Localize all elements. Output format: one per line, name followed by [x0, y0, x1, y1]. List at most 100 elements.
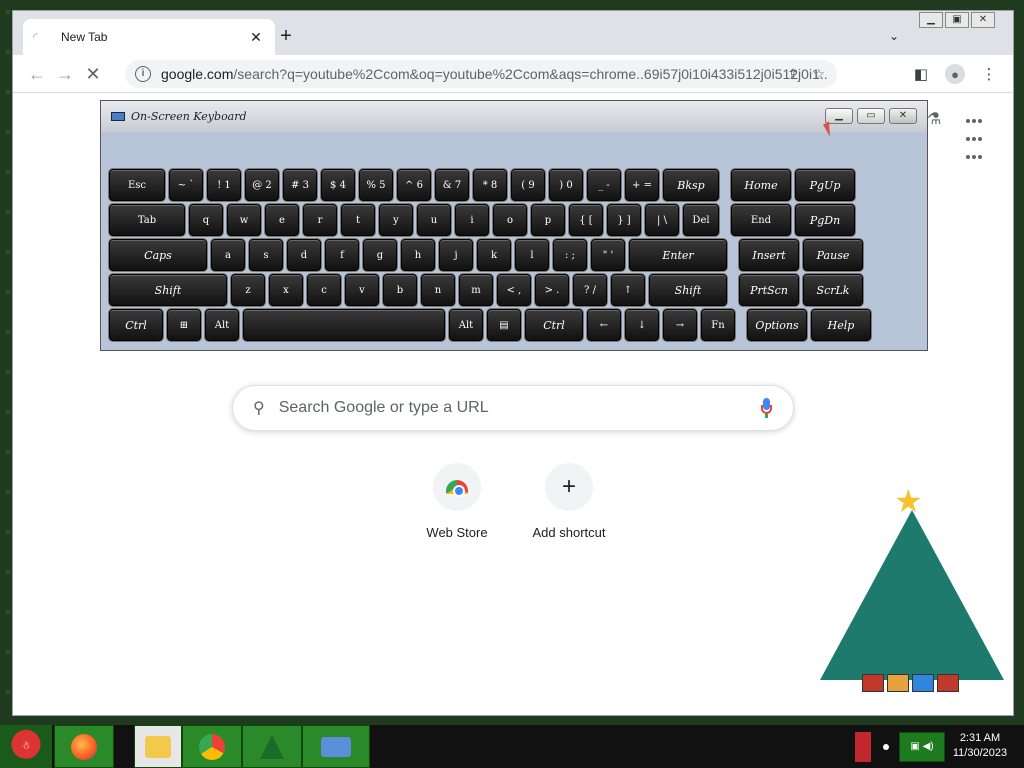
osk-key[interactable]: > . [535, 274, 569, 306]
osk-close-button[interactable]: ✕ [889, 108, 917, 124]
osk-key[interactable]: @ 2 [245, 169, 279, 201]
osk-key[interactable]: Caps [109, 239, 207, 271]
restore-window-button[interactable]: ▣ [945, 12, 969, 28]
osk-key[interactable]: Shift [649, 274, 727, 306]
osk-key[interactable]: a [211, 239, 245, 271]
osk-key[interactable]: Shift [109, 274, 227, 306]
tab-search-icon[interactable]: ⌄ [885, 27, 903, 45]
osk-key[interactable]: | \ [645, 204, 679, 236]
osk-key[interactable]: ScrLk [803, 274, 863, 306]
osk-key[interactable]: x [269, 274, 303, 306]
osk-key[interactable]: n [421, 274, 455, 306]
osk-key[interactable]: j [439, 239, 473, 271]
new-tab-button[interactable]: + [275, 25, 297, 47]
osk-key[interactable]: PgDn [795, 204, 855, 236]
osk-key[interactable]: u [417, 204, 451, 236]
osk-key[interactable]: + = [625, 169, 659, 201]
tray-network-volume-icon[interactable]: ▣ ◀) [899, 731, 945, 762]
osk-key[interactable]: m [459, 274, 493, 306]
forward-arrow-icon[interactable]: → [51, 60, 79, 88]
menu-kebab-icon[interactable]: ⋮ [979, 65, 999, 83]
google-search-box[interactable]: ⚲ [232, 385, 794, 431]
osk-key[interactable]: Home [731, 169, 791, 201]
back-arrow-icon[interactable]: ← [23, 60, 51, 88]
osk-key[interactable]: l [515, 239, 549, 271]
osk-key[interactable]: i [455, 204, 489, 236]
osk-key[interactable]: : ; [553, 239, 587, 271]
osk-key[interactable]: ↑ [611, 274, 645, 306]
clock[interactable]: 2:31 AM 11/30/2023 [945, 725, 1015, 768]
osk-key[interactable]: g [363, 239, 397, 271]
bookmark-star-icon[interactable]: ☆ [812, 66, 825, 83]
osk-key[interactable]: → [663, 309, 697, 341]
osk-key[interactable]: Ctrl [525, 309, 583, 341]
osk-key[interactable]: e [265, 204, 299, 236]
osk-key[interactable]: h [401, 239, 435, 271]
osk-key[interactable]: " ' [591, 239, 625, 271]
osk-key[interactable]: q [189, 204, 223, 236]
osk-key[interactable]: Options [747, 309, 807, 341]
osk-key[interactable]: ▤ [487, 309, 521, 341]
site-info-icon[interactable]: i [135, 66, 151, 82]
shortcut-web-store[interactable]: Web Store [401, 463, 513, 540]
taskbar-firefox[interactable] [54, 725, 114, 768]
shortcut-add[interactable]: + Add shortcut [513, 463, 625, 540]
osk-key[interactable]: c [307, 274, 341, 306]
osk-restore-button[interactable]: ▭ [857, 108, 885, 124]
osk-key[interactable]: d [287, 239, 321, 271]
stop-loading-icon[interactable]: ✕ [79, 60, 107, 88]
osk-key[interactable]: Help [811, 309, 871, 341]
osk-key[interactable]: Pause [803, 239, 863, 271]
taskbar-chrome[interactable] [182, 725, 242, 768]
url-text[interactable]: google.com/search?q=youtube%2Ccom&oq=you… [161, 66, 827, 82]
osk-key[interactable]: Fn [701, 309, 735, 341]
osk-key[interactable]: < , [497, 274, 531, 306]
labs-flask-icon[interactable]: ⚗ [927, 109, 941, 129]
osk-key[interactable]: PgUp [795, 169, 855, 201]
osk-titlebar[interactable]: On-Screen Keyboard ▁ ▭ ✕ [101, 101, 927, 132]
osk-key[interactable]: f [325, 239, 359, 271]
osk-key[interactable]: Tab [109, 204, 185, 236]
osk-key[interactable]: Insert [739, 239, 799, 271]
osk-key[interactable]: Alt [205, 309, 239, 341]
osk-key[interactable]: % 5 [359, 169, 393, 201]
osk-key[interactable]: Enter [629, 239, 727, 271]
osk-key[interactable]: o [493, 204, 527, 236]
show-desktop-flag[interactable] [855, 731, 871, 762]
osk-key[interactable]: _ - [587, 169, 621, 201]
osk-key[interactable]: ! 1 [207, 169, 241, 201]
osk-key[interactable]: p [531, 204, 565, 236]
osk-key[interactable] [243, 309, 445, 341]
osk-key[interactable]: ( 9 [511, 169, 545, 201]
osk-key[interactable]: ↓ [625, 309, 659, 341]
taskbar-osk[interactable] [302, 725, 370, 768]
side-panel-icon[interactable]: ◧ [911, 65, 931, 83]
address-bar[interactable]: i google.com/search?q=youtube%2Ccom&oq=y… [125, 60, 837, 88]
osk-key[interactable]: Esc [109, 169, 165, 201]
osk-key[interactable]: Ctrl [109, 309, 163, 341]
tab-new-tab[interactable]: ◜ New Tab ✕ [23, 19, 275, 55]
osk-key[interactable]: k [477, 239, 511, 271]
minimize-window-button[interactable]: ▁ [919, 12, 943, 28]
osk-key[interactable]: v [345, 274, 379, 306]
search-input[interactable] [278, 399, 759, 417]
microphone-icon[interactable] [759, 398, 773, 418]
osk-key[interactable]: { [ [569, 204, 603, 236]
osk-key[interactable]: } ] [607, 204, 641, 236]
osk-key[interactable]: PrtScn [739, 274, 799, 306]
osk-key[interactable]: t [341, 204, 375, 236]
osk-key[interactable]: s [249, 239, 283, 271]
osk-key[interactable]: ^ 6 [397, 169, 431, 201]
close-tab-icon[interactable]: ✕ [247, 28, 265, 46]
osk-key[interactable]: b [383, 274, 417, 306]
osk-key[interactable]: r [303, 204, 337, 236]
profile-avatar-icon[interactable]: ● [945, 64, 965, 84]
osk-key[interactable]: ? / [573, 274, 607, 306]
osk-key[interactable]: ← [587, 309, 621, 341]
osk-key[interactable]: z [231, 274, 265, 306]
close-window-button[interactable]: ✕ [971, 12, 995, 28]
osk-key[interactable]: & 7 [435, 169, 469, 201]
osk-key[interactable]: ) 0 [549, 169, 583, 201]
osk-key[interactable]: ⊞ [167, 309, 201, 341]
osk-key[interactable]: y [379, 204, 413, 236]
